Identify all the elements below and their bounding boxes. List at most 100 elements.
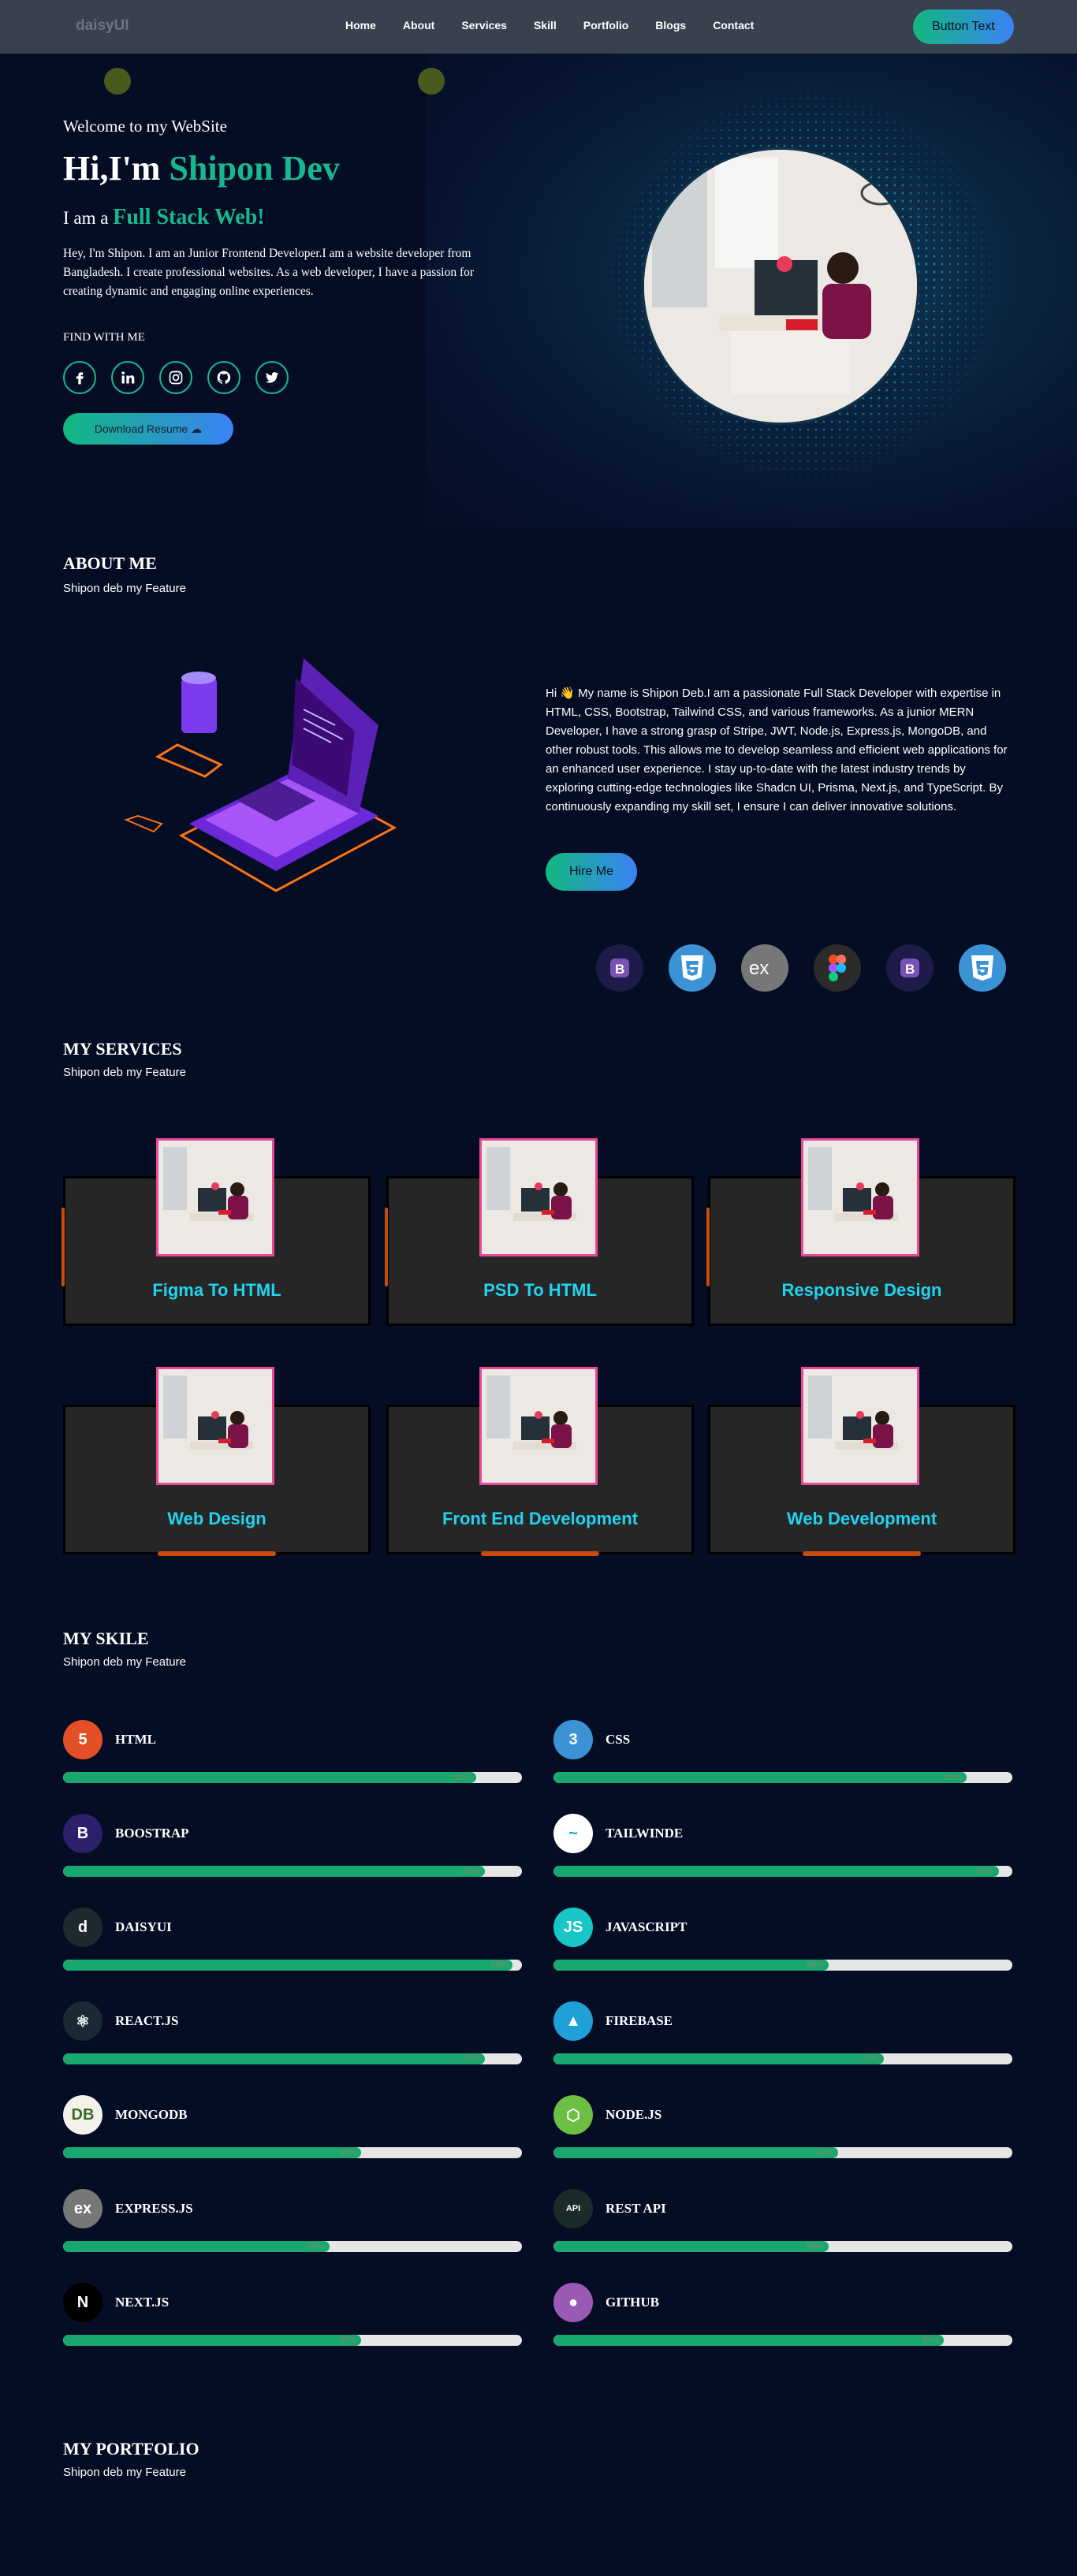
hire-me-button[interactable]: Hire Me [546,853,637,891]
skill-name: TAILWINDE [606,1826,684,1841]
skill-percent: 60% [807,2242,825,2251]
skill-name: CSS [606,1732,631,1747]
service-title: Web Design [167,1509,266,1528]
hero-role: I am a Full Stack Web! [63,205,265,230]
skill-item: JS JAVASCRIPT 60% [553,1908,1012,1986]
skill-name: DAISYUI [115,1919,172,1934]
skill-progress-bar: 90% [553,1772,1012,1783]
skill-progress-fill: 72% [553,2053,885,2064]
nav-link-services[interactable]: Services [461,19,507,32]
firebase-icon: ▲ [553,2001,593,2041]
express-icon: ex [741,944,788,992]
service-card-glow [385,1208,388,1286]
skill-percent: 97% [976,1867,994,1876]
skill-item: ⬡ NODE.JS 62% [553,2095,1012,2174]
skill-name: REST API [606,2201,666,2216]
skill-progress-bar: 92% [63,2053,522,2064]
find-with-me-label: FIND WITH ME [63,331,145,344]
twitter-icon[interactable] [255,361,289,394]
skill-progress-bar: 60% [553,2241,1012,2252]
nextjs-icon: N [63,2283,102,2322]
tech-icon-row: B ex B [596,944,1006,992]
skill-progress-bar: 65% [63,2147,522,2158]
skill-progress-fill: 65% [63,2147,362,2158]
skill-item: d DAISYUI 98% [63,1908,522,1986]
skill-percent: 72% [862,2054,880,2064]
skill-progress-fill: 62% [553,2147,838,2158]
hero-welcome: Welcome to my WebSite [63,117,227,136]
service-thumbnail [156,1367,274,1485]
nodejs-icon: ⬡ [553,2095,593,2135]
skill-progress-bar: 92% [63,1866,522,1877]
nav-links: Home About Services Skill Portfolio Blog… [345,19,781,32]
api-icon: API [553,2189,593,2228]
skill-item: API REST API 60% [553,2189,1012,2268]
github-icon[interactable] [207,361,240,394]
service-card-glow [706,1208,710,1286]
skill-name: BOOSTRAP [115,1826,189,1841]
skill-progress-fill: 60% [553,1960,829,1971]
html5-icon: 5 [63,1720,102,1759]
laptop-illustration [124,658,397,892]
skill-progress-fill: 58% [63,2241,330,2252]
nav-link-skill[interactable]: Skill [534,19,557,32]
skill-percent: 65% [339,2148,357,2157]
skill-percent: 60% [807,1960,825,1970]
hero-role-text: Full Stack Web! [113,205,265,229]
nav-link-portfolio[interactable]: Portfolio [583,19,629,32]
service-card-glow [158,1551,276,1556]
skill-progress-bar: 90% [63,1772,522,1783]
hero-description: Hey, I'm Shipon. I am an Junior Frontend… [63,247,475,298]
css3-icon [669,944,716,992]
svg-text:B: B [905,962,915,977]
hero-name: Shipon Dev [169,149,340,188]
skill-percent: 62% [815,2148,833,2157]
skill-percent: 58% [307,2242,325,2251]
nav-link-about[interactable]: About [403,19,434,32]
skill-percent: 90% [944,1773,962,1782]
download-resume-button[interactable]: Download Resume ☁ [63,413,233,445]
skill-name: EXPRESS.JS [115,2201,193,2216]
service-thumbnail [156,1138,274,1256]
skill-progress-bar: 97% [553,1866,1012,1877]
bootstrap-icon: B [63,1814,102,1853]
skill-name: NODE.JS [606,2107,662,2122]
skill-item: DB MONGODB 65% [63,2095,522,2174]
skill-item: ~ TAILWINDE 97% [553,1814,1012,1893]
skill-progress-fill: 60% [553,2241,829,2252]
skill-name: HTML [115,1732,156,1747]
skill-percent: 98% [490,1960,509,1970]
skill-name: NEXT.JS [115,2295,170,2310]
skill-progress-bar: 58% [63,2241,522,2252]
skill-progress-fill: 97% [553,1866,999,1877]
service-thumbnail [479,1367,598,1485]
site-logo[interactable]: daisyUI [76,17,129,35]
skill-progress-fill: 98% [63,1960,513,1971]
nav-link-home[interactable]: Home [345,19,376,32]
tailwind-icon: ~ [553,1814,593,1853]
figma-icon [814,944,861,992]
linkedin-icon[interactable] [111,361,144,394]
skill-name: MONGODB [115,2107,188,2122]
decor-dot [104,68,131,95]
skill-progress-bar: 85% [553,2335,1012,2346]
service-card-glow [61,1208,65,1286]
skill-item: ex EXPRESS.JS 58% [63,2189,522,2268]
mongodb-icon: DB [63,2095,102,2135]
nav-cta-button[interactable]: Button Text [913,9,1014,44]
skill-progress-bar: 72% [553,2053,1012,2064]
service-card-glow [481,1551,599,1556]
skills-title: MY SKILE [63,1629,149,1648]
instagram-icon[interactable] [159,361,192,394]
portfolio-subtitle: Shipon deb my Feature [63,2466,186,2479]
about-text: Hi 👋 My name is Shipon Deb.I am a passio… [546,687,1008,813]
about-subtitle: Shipon deb my Feature [63,582,186,595]
nav-link-blogs[interactable]: Blogs [655,19,686,32]
skill-progress-fill: 92% [63,2053,486,2064]
facebook-icon[interactable] [63,361,96,394]
nav-link-contact[interactable]: Contact [713,19,754,32]
react-icon: ⚛ [63,2001,102,2041]
service-card-glow [803,1551,921,1556]
skill-progress-bar: 98% [63,1960,522,1971]
skill-percent: 90% [453,1773,471,1782]
